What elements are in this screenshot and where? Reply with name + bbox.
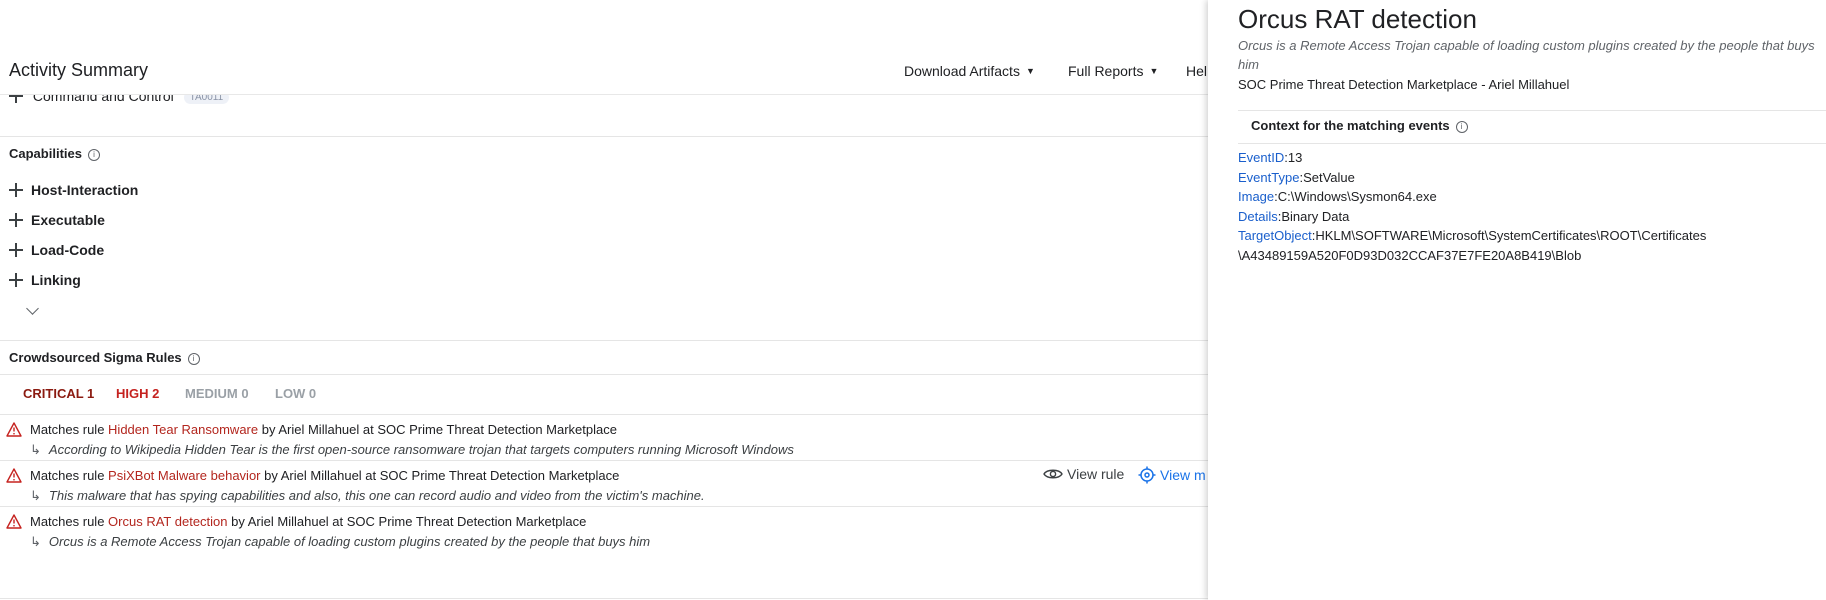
- field-key[interactable]: EventID: [1238, 150, 1284, 165]
- rule-link-orcus-rat[interactable]: Orcus RAT detection: [108, 514, 227, 529]
- context-field-targetobject-cont: \A43489159A520F0D93D032CCAF37E7FE20A8B41…: [1238, 248, 1581, 263]
- rule-suffix: by Ariel Millahuel at SOC Prime Threat D…: [264, 468, 620, 483]
- tab-high[interactable]: HIGH 2: [116, 386, 159, 401]
- plus-icon: [9, 213, 23, 227]
- plus-icon: [9, 243, 23, 257]
- field-value: C:\Windows\Sysmon64.exe: [1277, 189, 1437, 204]
- warning-icon: [6, 468, 22, 483]
- divider: [0, 340, 1210, 341]
- sigma-rules-title-text: Crowdsourced Sigma Rules: [9, 350, 182, 365]
- rule-link-psixbot[interactable]: PsiXBot Malware behavior: [108, 468, 260, 483]
- page-title: Activity Summary: [9, 60, 149, 80]
- context-field-image: Image:C:\Windows\Sysmon64.exe: [1238, 189, 1437, 204]
- rule-summary: Matches rule Orcus RAT detection by Arie…: [30, 514, 586, 529]
- full-reports-dropdown[interactable]: Full Reports ▼: [1068, 63, 1158, 79]
- field-value: 13: [1287, 150, 1303, 165]
- subdirectory-arrow-icon: ↳: [30, 488, 41, 503]
- context-title-text: Context for the matching events: [1251, 118, 1450, 133]
- rule-suffix: by Ariel Millahuel at SOC Prime Threat D…: [261, 422, 617, 437]
- rule-description-text: According to Wikipedia Hidden Tear is th…: [48, 442, 794, 457]
- context-field-eventtype: EventType:SetValue: [1238, 170, 1355, 185]
- field-key[interactable]: Details: [1238, 209, 1278, 224]
- warning-icon: [6, 514, 22, 529]
- field-key[interactable]: TargetObject: [1238, 228, 1312, 243]
- sigma-rule-row: Matches rule Orcus RAT detection by Arie…: [0, 512, 1210, 564]
- caret-down-icon: ▼: [1025, 66, 1035, 76]
- rule-summary: Matches rule Hidden Tear Ransomware by A…: [30, 422, 617, 437]
- context-field-eventid: EventID:13: [1238, 150, 1303, 165]
- rule-suffix: by Ariel Millahuel at SOC Prime Threat D…: [231, 514, 587, 529]
- rule-description: ↳ Orcus is a Remote Access Trojan capable…: [30, 534, 650, 550]
- field-key[interactable]: Image: [1238, 189, 1274, 204]
- capabilities-title: Capabilities i: [9, 146, 100, 161]
- context-field-targetobject: TargetObject:HKLM\SOFTWARE\Microsoft\Sys…: [1238, 228, 1707, 243]
- divider: [0, 598, 1210, 599]
- capability-executable[interactable]: Executable: [9, 212, 105, 228]
- divider: [0, 414, 1210, 415]
- rule-description: ↳ According to Wikipedia Hidden Tear is t…: [30, 442, 794, 458]
- field-value: Binary Data: [1281, 209, 1350, 224]
- divider: [0, 460, 1210, 461]
- download-artifacts-dropdown[interactable]: Download Artifacts ▼: [904, 63, 1035, 79]
- capability-label: Host-Interaction: [31, 182, 139, 198]
- field-value: SetValue: [1303, 170, 1355, 185]
- caret-down-icon: ▼: [1149, 66, 1159, 76]
- eye-icon: [1043, 469, 1063, 479]
- tab-low[interactable]: LOW 0: [275, 386, 316, 401]
- divider: [1238, 110, 1826, 111]
- panel-author: SOC Prime Threat Detection Marketplace -…: [1238, 77, 1570, 92]
- subdirectory-arrow-icon: ↳: [30, 442, 41, 457]
- sigma-rules-title: Crowdsourced Sigma Rules i: [9, 350, 200, 365]
- rule-prefix: Matches rule: [30, 514, 105, 529]
- capability-label: Linking: [31, 272, 81, 288]
- rule-description-text: Orcus is a Remote Access Trojan capable …: [48, 534, 651, 549]
- target-icon: [1138, 466, 1156, 484]
- divider: [1238, 143, 1826, 144]
- context-field-details: Details:Binary Data: [1238, 209, 1350, 224]
- divider: [0, 506, 1210, 507]
- field-key[interactable]: EventType: [1238, 170, 1299, 185]
- capability-host-interaction[interactable]: Host-Interaction: [9, 182, 138, 198]
- capabilities-title-text: Capabilities: [9, 146, 82, 161]
- view-more-label: View m: [1160, 467, 1206, 483]
- warning-icon: [6, 422, 22, 437]
- info-icon[interactable]: i: [1455, 121, 1468, 133]
- subdirectory-arrow-icon: ↳: [30, 534, 41, 549]
- info-icon[interactable]: i: [187, 353, 200, 365]
- full-reports-label: Full Reports: [1068, 63, 1144, 79]
- rule-summary: Matches rule PsiXBot Malware behavior by…: [30, 468, 619, 483]
- plus-icon: [9, 273, 23, 287]
- download-artifacts-label: Download Artifacts: [904, 63, 1020, 79]
- view-rule-button[interactable]: View rule: [1043, 466, 1124, 482]
- field-value-continued: \A43489159A520F0D93D032CCAF37E7FE20A8B41…: [1238, 248, 1582, 263]
- view-rule-label: View rule: [1067, 466, 1125, 482]
- sigma-rule-row: Matches rule Hidden Tear Ransomware by A…: [0, 420, 1210, 472]
- rule-prefix: Matches rule: [30, 468, 105, 483]
- capability-load-code[interactable]: Load-Code: [9, 242, 104, 258]
- view-more-button[interactable]: View m: [1138, 466, 1206, 484]
- capability-label: Executable: [31, 212, 105, 228]
- field-value: HKLM\SOFTWARE\Microsoft\SystemCertificat…: [1315, 228, 1707, 243]
- sigma-rule-row: Matches rule PsiXBot Malware behavior by…: [0, 466, 1210, 518]
- tab-critical[interactable]: CRITICAL 1: [23, 386, 94, 401]
- rule-detail-panel: Orcus RAT detection Orcus is a Remote Ac…: [1208, 0, 1826, 600]
- chevron-down-icon[interactable]: [26, 302, 39, 315]
- rule-prefix: Matches rule: [30, 422, 105, 437]
- capability-label: Load-Code: [31, 242, 105, 258]
- capability-linking[interactable]: Linking: [9, 272, 81, 288]
- info-icon[interactable]: i: [87, 149, 100, 161]
- panel-subtitle: Orcus is a Remote Access Trojan capable …: [1238, 38, 1815, 72]
- tab-medium[interactable]: MEDIUM 0: [185, 386, 249, 401]
- plus-icon: [9, 183, 23, 197]
- help-label: Hel: [1186, 63, 1208, 79]
- rule-description: ↳ This malware that has spying capabiliti…: [30, 488, 705, 504]
- rule-description-text: This malware that has spying capabilitie…: [48, 488, 705, 503]
- divider: [0, 136, 1210, 137]
- rule-link-hidden-tear[interactable]: Hidden Tear Ransomware: [108, 422, 258, 437]
- help-dropdown[interactable]: Hel: [1186, 63, 1207, 79]
- context-title: Context for the matching events i: [1251, 118, 1468, 133]
- divider: [0, 374, 1210, 375]
- panel-title: Orcus RAT detection: [1238, 4, 1477, 34]
